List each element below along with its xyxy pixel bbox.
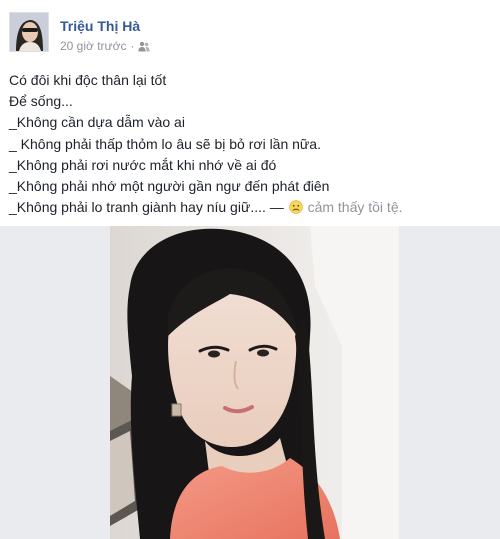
post-timestamp[interactable]: 20 giờ trước — [60, 39, 126, 53]
meta-separator: · — [130, 39, 135, 53]
post-text: Có đôi khi độc thân lại tốt Để sống... _… — [9, 70, 489, 218]
post-line: _Không cần dựa dẫm vào ai — [9, 114, 185, 131]
author-name[interactable]: Triệu Thị Hà — [60, 18, 140, 34]
sad-face-icon[interactable] — [288, 200, 303, 214]
avatar-image — [10, 13, 48, 51]
feeling-text[interactable]: cảm thấy tồi tệ. — [308, 199, 403, 215]
post-photo[interactable] — [110, 226, 399, 539]
post-meta: 20 giờ trước · — [60, 39, 151, 53]
post-line: _Không phải nhớ một người gần ngư đến ph… — [9, 178, 330, 195]
post-line: _ Không phải thấp thỏm lo âu sẽ bị bỏ rơ… — [9, 135, 321, 152]
photo-image — [110, 226, 399, 539]
post-line-feeling: _Không phải lo tranh giành hay níu giữ..… — [9, 197, 489, 218]
post-line: Để sống... — [9, 93, 73, 110]
post-line-text: _Không phải lo tranh giành hay níu giữ..… — [9, 199, 284, 216]
friends-icon[interactable] — [138, 41, 151, 52]
post-card: Triệu Thị Hà 20 giờ trước · Có đôi khi đ… — [0, 0, 500, 226]
post-line: _Không phải rơi nước mắt khi nhớ về ai đ… — [9, 156, 277, 173]
post-line: Có đôi khi độc thân lại tốt — [9, 72, 167, 88]
author-avatar[interactable] — [9, 12, 49, 52]
